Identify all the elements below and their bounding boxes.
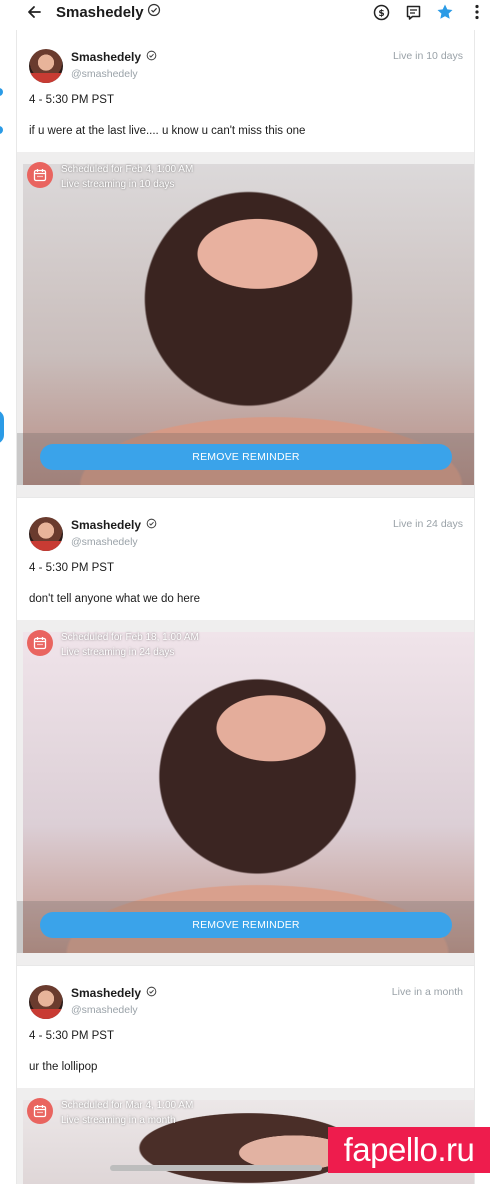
scheduled-stream-post: Smashedely @smashedely Live in 10 days 4… <box>17 30 474 498</box>
edge-indicator <box>0 410 4 444</box>
author-handle[interactable]: @smashedely <box>71 68 138 80</box>
live-countdown: Live in 10 days <box>392 50 463 62</box>
streaming-countdown: Live streaming in 24 days <box>61 647 175 658</box>
post-caption: ur the lollipop <box>29 1061 98 1073</box>
author-name[interactable]: Smashedely <box>71 50 157 64</box>
avatar[interactable] <box>29 517 63 551</box>
remove-reminder-button[interactable]: REMOVE REMINDER <box>40 444 452 470</box>
schedule-info: Scheduled for Feb 18, 1:00 AM Live strea… <box>27 630 199 660</box>
verified-icon <box>146 986 157 1000</box>
scheduled-date: Scheduled for Feb 18, 1:00 AM <box>61 632 199 643</box>
watermark: fapello.ru <box>328 1127 490 1173</box>
stream-time: 4 - 5:30 PM PST <box>29 94 115 106</box>
post-caption: if u were at the last live.... u know u … <box>29 125 306 137</box>
live-countdown: Live in a month <box>391 986 463 998</box>
more-icon[interactable] <box>466 1 488 23</box>
edge-indicator <box>0 88 3 96</box>
streaming-countdown: Live streaming in a month <box>61 1115 176 1126</box>
author-name-text: Smashedely <box>71 986 142 1000</box>
page-title: Smashedely <box>56 3 161 21</box>
calendar-icon <box>27 630 53 656</box>
dollar-icon[interactable]: $ <box>370 1 392 23</box>
back-arrow-icon[interactable] <box>24 2 44 22</box>
schedule-info: Scheduled for Feb 4, 1:00 AM Live stream… <box>27 162 193 192</box>
avatar[interactable] <box>29 49 63 83</box>
svg-text:$: $ <box>378 9 384 19</box>
calendar-icon <box>27 1098 53 1124</box>
verified-icon <box>146 518 157 532</box>
calendar-icon <box>27 162 53 188</box>
verified-icon <box>147 3 161 21</box>
author-name-text: Smashedely <box>71 50 142 64</box>
live-countdown: Live in 24 days <box>392 518 463 530</box>
stream-feed: Smashedely @smashedely Live in 10 days 4… <box>16 30 475 1184</box>
post-media[interactable]: Scheduled for Feb 18, 1:00 AM Live strea… <box>17 620 474 965</box>
author-name[interactable]: Smashedely <box>71 518 157 532</box>
author-name-text: Smashedely <box>71 518 142 532</box>
verified-icon <box>146 50 157 64</box>
home-indicator <box>110 1165 322 1171</box>
stream-time: 4 - 5:30 PM PST <box>29 1030 115 1042</box>
reminder-bar: REMOVE REMINDER <box>17 901 474 953</box>
star-icon[interactable] <box>434 1 456 23</box>
scheduled-date: Scheduled for Mar 4, 1:00 AM <box>61 1100 194 1111</box>
author-handle[interactable]: @smashedely <box>71 536 138 548</box>
post-media[interactable]: Scheduled for Feb 4, 1:00 AM Live stream… <box>17 152 474 497</box>
avatar[interactable] <box>29 985 63 1019</box>
scheduled-stream-post: Smashedely @smashedely Live in 24 days 4… <box>17 498 474 966</box>
edge-indicator <box>0 126 3 134</box>
stream-time: 4 - 5:30 PM PST <box>29 562 115 574</box>
author-name[interactable]: Smashedely <box>71 986 157 1000</box>
reminder-bar: REMOVE REMINDER <box>17 433 474 485</box>
page-title-text: Smashedely <box>56 3 144 21</box>
remove-reminder-button[interactable]: REMOVE REMINDER <box>40 912 452 938</box>
message-icon[interactable] <box>402 1 424 23</box>
streaming-countdown: Live streaming in 10 days <box>61 179 175 190</box>
schedule-info: Scheduled for Mar 4, 1:00 AM Live stream… <box>27 1098 193 1128</box>
scheduled-date: Scheduled for Feb 4, 1:00 AM <box>61 164 194 175</box>
author-handle[interactable]: @smashedely <box>71 1004 138 1016</box>
top-bar: Smashedely $ <box>0 0 500 24</box>
post-caption: don't tell anyone what we do here <box>29 593 200 605</box>
